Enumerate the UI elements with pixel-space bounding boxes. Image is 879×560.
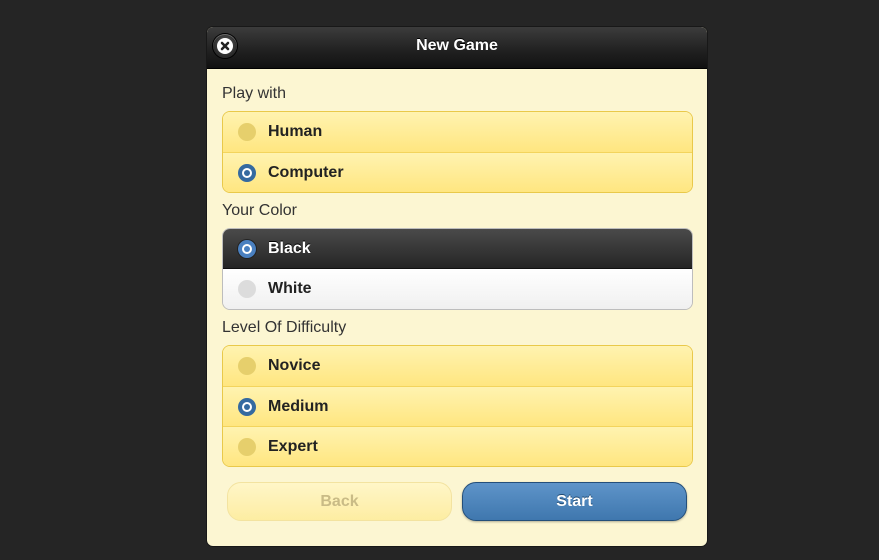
play-with-label: Play with — [222, 85, 287, 102]
back-button[interactable]: Back — [227, 482, 452, 521]
radio-white[interactable] — [238, 280, 256, 298]
dialog-titlebar: New Game — [207, 27, 707, 69]
radio-computer[interactable] — [238, 164, 256, 182]
difficulty-group: Novice Medium Expert — [222, 345, 693, 467]
dialog-title: New Game — [416, 37, 498, 54]
option-black[interactable]: Black — [223, 229, 692, 269]
your-color-label: Your Color — [222, 202, 298, 219]
option-medium[interactable]: Medium — [223, 386, 692, 426]
option-novice-label: Novice — [268, 357, 321, 374]
radio-expert[interactable] — [238, 438, 256, 456]
your-color-group: Black White — [222, 228, 693, 310]
option-human[interactable]: Human — [223, 112, 692, 152]
start-button[interactable]: Start — [462, 482, 687, 521]
option-computer[interactable]: Computer — [223, 152, 692, 192]
radio-human[interactable] — [238, 123, 256, 141]
option-white-label: White — [268, 280, 312, 297]
option-expert-label: Expert — [268, 438, 318, 455]
radio-novice[interactable] — [238, 357, 256, 375]
option-white[interactable]: White — [223, 269, 692, 309]
difficulty-label: Level Of Difficulty — [222, 319, 347, 336]
option-expert[interactable]: Expert — [223, 426, 692, 466]
radio-medium[interactable] — [238, 398, 256, 416]
option-human-label: Human — [268, 123, 323, 140]
play-with-group: Human Computer — [222, 111, 693, 193]
option-black-label: Black — [268, 240, 311, 257]
option-computer-label: Computer — [268, 164, 344, 181]
option-novice[interactable]: Novice — [223, 346, 692, 386]
radio-black[interactable] — [238, 240, 256, 258]
new-game-dialog: New Game Play with Human Computer Your C… — [207, 27, 707, 546]
option-medium-label: Medium — [268, 398, 329, 415]
